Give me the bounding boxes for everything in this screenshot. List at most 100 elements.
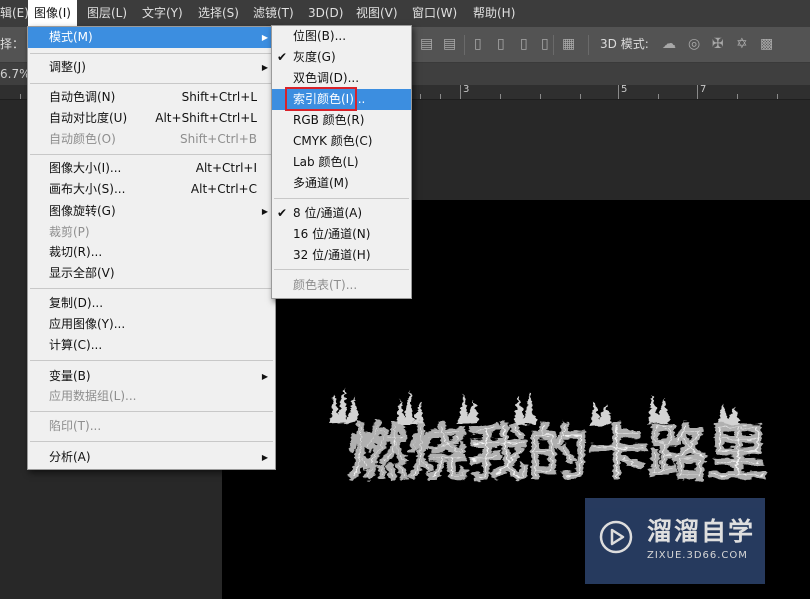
menu-item-label: 自动色调(N) bbox=[49, 90, 116, 104]
menu-item-label: 双色调(D)... bbox=[293, 71, 360, 85]
menu-item-label: 多通道(M) bbox=[293, 176, 349, 190]
menu-edit[interactable]: 辑(E) bbox=[0, 0, 29, 27]
menu-item-trim[interactable]: 裁切(R)... bbox=[28, 242, 275, 263]
submenu-arrow-icon: ▶ bbox=[261, 207, 268, 216]
submenu-item-color-table[interactable]: 颜色表(T)... bbox=[272, 275, 411, 296]
menu-item-label: 显示全部(V) bbox=[49, 266, 115, 280]
submenu-item-bitmap[interactable]: 位图(B)... bbox=[272, 26, 411, 47]
ruler-number: 5 bbox=[621, 84, 628, 95]
ruler-tick bbox=[697, 85, 698, 99]
menu-item-label: 模式(M) bbox=[49, 30, 93, 44]
menu-item-apply-image[interactable]: 应用图像(Y)... bbox=[28, 314, 275, 335]
scale-3d-icon[interactable]: ▩ bbox=[760, 36, 773, 52]
menu-item-mode[interactable]: 模式(M) ▶ bbox=[28, 27, 275, 48]
checkmark-icon: ✔ bbox=[277, 206, 288, 220]
submenu-item-cmyk-color[interactable]: CMYK 颜色(C) bbox=[272, 131, 411, 152]
flaming-text-art: 燃烧我的卡路里 bbox=[330, 388, 769, 486]
distribute-left-icon[interactable]: ▯ bbox=[474, 36, 482, 52]
menu-3d[interactable]: 3D(D) bbox=[308, 0, 343, 27]
ruler-tick bbox=[777, 94, 778, 99]
menu-item-auto-contrast[interactable]: 自动对比度(U) Alt+Shift+Ctrl+L bbox=[28, 108, 275, 129]
menu-item-variables[interactable]: 变量(B) ▶ bbox=[28, 366, 275, 387]
menu-item-label: RGB 颜色(R) bbox=[293, 113, 365, 127]
menu-item-crop[interactable]: 裁剪(P) bbox=[28, 222, 275, 243]
menu-view[interactable]: 视图(V) bbox=[356, 0, 398, 27]
menu-item-apply-data-set[interactable]: 应用数据组(L)... bbox=[28, 386, 275, 407]
menu-item-label: 裁剪(P) bbox=[49, 225, 90, 239]
menu-item-reveal-all[interactable]: 显示全部(V) bbox=[28, 263, 275, 284]
menu-item-label: 8 位/通道(A) bbox=[293, 206, 363, 220]
checkmark-icon: ✔ bbox=[277, 50, 288, 64]
watermark-url: ZIXUE.3D66.COM bbox=[647, 550, 748, 561]
menu-item-label: 计算(C)... bbox=[49, 338, 103, 352]
submenu-item-duotone[interactable]: 双色调(D)... bbox=[272, 68, 411, 89]
slide-3d-icon[interactable]: ✡ bbox=[736, 36, 748, 52]
select-label: 择： bbox=[0, 37, 25, 51]
menu-item-shortcut: Alt+Ctrl+C bbox=[190, 182, 257, 196]
submenu-arrow-icon: ▶ bbox=[261, 33, 268, 42]
menu-window[interactable]: 窗口(W) bbox=[412, 0, 457, 27]
menu-select[interactable]: 选择(S) bbox=[198, 0, 239, 27]
menu-filter[interactable]: 滤镜(T) bbox=[253, 0, 294, 27]
menu-item-auto-color[interactable]: 自动颜色(O) Shift+Ctrl+B bbox=[28, 129, 275, 150]
menu-item-label: 变量(B) bbox=[49, 369, 91, 383]
submenu-arrow-icon: ▶ bbox=[261, 372, 268, 381]
roll-3d-icon[interactable]: ◎ bbox=[688, 36, 700, 52]
distribute-right-icon[interactable]: ▯ bbox=[520, 36, 528, 52]
ruler-tick bbox=[20, 94, 21, 99]
menu-item-adjustments[interactable]: 调整(J) ▶ bbox=[28, 57, 275, 78]
ruler-tick bbox=[420, 94, 421, 99]
menu-item-label: 画布大小(S)... bbox=[49, 182, 126, 196]
ruler-tick bbox=[540, 94, 541, 99]
image-menu: 模式(M) ▶ 调整(J) ▶ 自动色调(N) Shift+Ctrl+L 自动对… bbox=[27, 26, 276, 470]
menu-item-image-rotation[interactable]: 图像旋转(G) ▶ bbox=[28, 201, 275, 222]
submenu-item-grayscale[interactable]: ✔ 灰度(G) bbox=[272, 47, 411, 68]
menu-item-calculations[interactable]: 计算(C)... bbox=[28, 335, 275, 356]
distribute-center-icon[interactable]: ▯ bbox=[497, 36, 505, 52]
submenu-item-lab-color[interactable]: Lab 颜色(L) bbox=[272, 152, 411, 173]
menu-item-label: 图像旋转(G) bbox=[49, 204, 116, 218]
menu-item-image-size[interactable]: 图像大小(I)... Alt+Ctrl+I bbox=[28, 158, 275, 179]
menu-separator bbox=[30, 441, 273, 442]
menu-item-duplicate[interactable]: 复制(D)... bbox=[28, 293, 275, 314]
menu-item-label: 颜色表(T)... bbox=[293, 278, 358, 292]
align-bottom-icon[interactable]: ▤ bbox=[443, 36, 456, 52]
menu-separator bbox=[274, 198, 409, 199]
canvas-text: 燃烧我的卡路里 bbox=[348, 419, 768, 486]
menu-item-canvas-size[interactable]: 画布大小(S)... Alt+Ctrl+C bbox=[28, 179, 275, 200]
watermark-title: 溜溜自学 bbox=[647, 517, 756, 546]
menu-separator bbox=[30, 360, 273, 361]
menu-separator bbox=[274, 269, 409, 270]
submenu-arrow-icon: ▶ bbox=[261, 453, 268, 462]
drag-3d-icon[interactable]: ✠ bbox=[712, 36, 724, 52]
menu-help[interactable]: 帮助(H) bbox=[473, 0, 515, 27]
distribute-spacing-icon[interactable]: ▯ bbox=[541, 36, 549, 52]
ruler-tick bbox=[737, 94, 738, 99]
menu-item-auto-tone[interactable]: 自动色调(N) Shift+Ctrl+L bbox=[28, 87, 275, 108]
menu-item-label: 自动对比度(U) bbox=[49, 111, 128, 125]
menu-item-label: 图像大小(I)... bbox=[49, 161, 122, 175]
submenu-item-32bit[interactable]: 32 位/通道(H) bbox=[272, 245, 411, 266]
menu-item-trap[interactable]: 陷印(T)... bbox=[28, 416, 275, 437]
menu-layer[interactable]: 图层(L) bbox=[87, 0, 127, 27]
ruler-tick bbox=[460, 85, 461, 99]
menu-bar: 辑(E) 图像(I) 图层(L) 文字(Y) 选择(S) 滤镜(T) 3D(D)… bbox=[0, 0, 810, 27]
menu-separator bbox=[30, 154, 273, 155]
submenu-item-multichannel[interactable]: 多通道(M) bbox=[272, 173, 411, 194]
align-right-icon[interactable]: ▤ bbox=[420, 36, 433, 52]
menu-item-label: 应用图像(Y)... bbox=[49, 317, 126, 331]
ruler-tick bbox=[658, 94, 659, 99]
submenu-item-16bit[interactable]: 16 位/通道(N) bbox=[272, 224, 411, 245]
menu-item-shortcut: Alt+Ctrl+I bbox=[195, 161, 257, 175]
divider bbox=[588, 35, 589, 55]
3d-mode-label: 3D 模式: bbox=[600, 37, 649, 51]
submenu-item-8bit[interactable]: ✔ 8 位/通道(A) bbox=[272, 203, 411, 224]
menu-item-analysis[interactable]: 分析(A) ▶ bbox=[28, 447, 275, 468]
menu-image[interactable]: 图像(I) bbox=[28, 0, 77, 27]
auto-align-icon[interactable]: ▦ bbox=[562, 36, 575, 52]
watermark-badge: 溜溜自学 ZIXUE.3D66.COM bbox=[585, 498, 765, 584]
menu-type[interactable]: 文字(Y) bbox=[142, 0, 183, 27]
highlight-annotation-box bbox=[285, 87, 357, 111]
rotate-3d-icon[interactable]: ☁ bbox=[662, 36, 676, 52]
submenu-item-rgb-color[interactable]: RGB 颜色(R) bbox=[272, 110, 411, 131]
